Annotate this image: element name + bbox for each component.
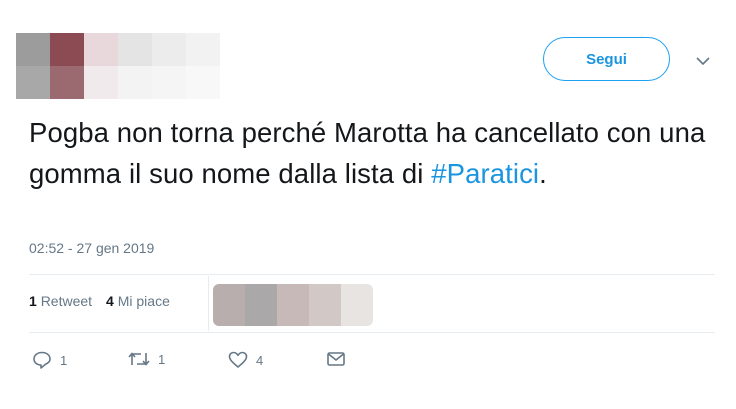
retweet-count: 1	[158, 351, 166, 367]
divider	[29, 332, 715, 333]
likes-label: Mi piace	[117, 293, 170, 309]
follow-button[interactable]: Segui	[543, 37, 670, 81]
reply-button[interactable]: 1	[32, 351, 67, 369]
stats-separator	[208, 276, 209, 331]
direct-message-button[interactable]	[326, 351, 346, 367]
retweets-count: 1	[29, 293, 37, 309]
retweets-stat[interactable]: 1 Retweet	[29, 293, 92, 309]
heart-icon	[228, 351, 248, 369]
tweet-actions: 1 1 4	[0, 349, 736, 373]
likes-stat[interactable]: 4 Mi piace	[106, 293, 170, 309]
author-blurred[interactable]	[16, 33, 238, 99]
tweet-text: Pogba non torna perché Marotta ha cancel…	[29, 112, 719, 194]
reply-count: 1	[60, 352, 68, 368]
hashtag-link[interactable]: #Paratici	[431, 158, 539, 189]
retweet-icon	[128, 351, 150, 367]
likers-avatars-blurred[interactable]	[213, 284, 373, 326]
tweet-text-end: .	[539, 158, 547, 189]
chevron-down-icon[interactable]	[693, 53, 713, 69]
tweet-stats: 1 Retweet 4 Mi piace	[29, 293, 170, 309]
likes-count: 4	[106, 293, 114, 309]
divider	[29, 274, 715, 275]
retweet-button[interactable]: 1	[128, 351, 165, 367]
envelope-icon	[326, 351, 346, 367]
tweet-text-body: Pogba non torna perché Marotta ha cancel…	[29, 117, 706, 189]
tweet-timestamp[interactable]: 02:52 - 27 gen 2019	[29, 240, 154, 256]
like-button[interactable]: 4	[228, 351, 263, 369]
like-count: 4	[256, 352, 264, 368]
retweets-label: Retweet	[40, 293, 93, 309]
reply-icon	[32, 351, 52, 369]
